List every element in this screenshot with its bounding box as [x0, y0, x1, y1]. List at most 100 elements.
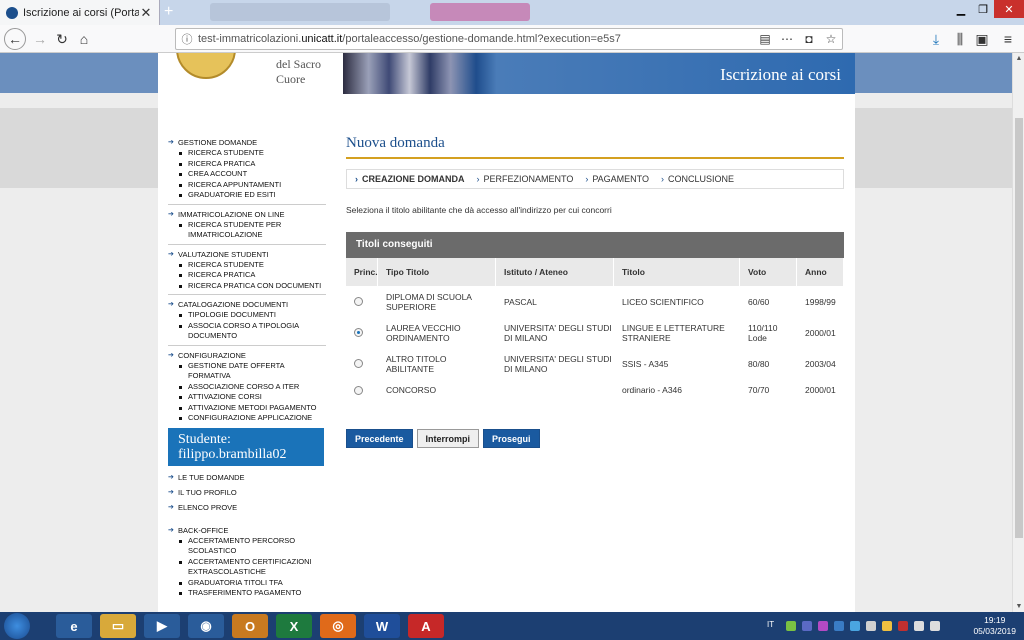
- new-tab-button[interactable]: +: [164, 3, 173, 21]
- tab-close-icon[interactable]: ✕: [139, 5, 153, 21]
- volume-icon[interactable]: [930, 621, 940, 631]
- user-link[interactable]: LE TUE DOMANDE: [168, 472, 326, 483]
- principal-radio[interactable]: [354, 385, 363, 395]
- sidebar-item[interactable]: GRADUATORIA TITOLI TFA: [168, 578, 326, 589]
- sidebar-item[interactable]: RICERCA STUDENTE: [168, 260, 326, 271]
- scroll-up-icon[interactable]: ▲: [1013, 55, 1024, 62]
- sidebar-section-title[interactable]: IMMATRICOLAZIONE ON LINE: [168, 209, 326, 220]
- table-row: CONCORSO ordinario - A346 70/70 2000/01: [346, 379, 844, 401]
- library-icon[interactable]: ⫼: [950, 29, 970, 49]
- excel-icon[interactable]: X: [276, 614, 312, 638]
- step-item: › PERFEZIONAMENTO: [477, 174, 574, 184]
- sidebar-item[interactable]: CONFIGURAZIONE APPLICAZIONE: [168, 413, 326, 424]
- section-divider: [168, 243, 326, 245]
- sidebar-item[interactable]: TIPOLOGIE DOCUMENTI: [168, 310, 326, 321]
- table-cell-anno: 2000/01: [805, 327, 836, 338]
- column-header: Anno: [797, 258, 844, 286]
- user-link[interactable]: ELENCO PROVE: [168, 502, 326, 513]
- section-divider: [168, 203, 326, 205]
- sidebar-item[interactable]: CREA ACCOUNT: [168, 169, 326, 180]
- internet-explorer-icon[interactable]: e: [56, 614, 92, 638]
- user-link[interactable]: IL TUO PROFILO: [168, 487, 326, 498]
- system-clock[interactable]: 19:19 05/03/2019: [973, 615, 1016, 637]
- address-bar[interactable]: ⓘ test-immatricolazioni.unicatt.it/porta…: [175, 28, 843, 50]
- language-indicator[interactable]: IT: [767, 620, 774, 629]
- principal-radio[interactable]: [354, 359, 363, 368]
- acrobat-icon[interactable]: A: [408, 614, 444, 638]
- sidebar-section-title[interactable]: GESTIONE DOMANDE: [168, 137, 326, 148]
- sidebar-toggle-icon[interactable]: ▣: [972, 29, 992, 49]
- chrome-icon[interactable]: ◉: [188, 614, 224, 638]
- continue-button[interactable]: Prosegui: [483, 429, 540, 448]
- outlook-icon[interactable]: O: [232, 614, 268, 638]
- page-actions-icon[interactable]: ⋯: [776, 32, 798, 46]
- sidebar-item[interactable]: ASSOCIA CORSO A TIPOLOGIA DOCUMENTO: [168, 321, 326, 342]
- sidebar-section-title[interactable]: VALUTAZIONE STUDENTI: [168, 249, 326, 260]
- reader-view-icon[interactable]: ▤: [754, 32, 776, 46]
- sidebar: GESTIONE DOMANDERICERCA STUDENTERICERCA …: [168, 137, 326, 599]
- step-label: CREAZIONE DOMANDA: [362, 174, 465, 184]
- action-buttons: Precedente Interrompi Prosegui: [346, 429, 844, 448]
- sidebar-item[interactable]: RICERCA PRATICA: [168, 159, 326, 170]
- home-icon[interactable]: ⌂: [74, 29, 94, 49]
- step-breadcrumb: › CREAZIONE DOMANDA › PERFEZIONAMENTO › PAGAM…: [346, 169, 844, 189]
- tray-app-icon[interactable]: [882, 621, 892, 631]
- scrollbar-thumb[interactable]: [1015, 118, 1023, 538]
- back-arrow-icon[interactable]: ←: [4, 28, 26, 50]
- sidebar-item[interactable]: RICERCA PRATICA CON DOCUMENTI: [168, 281, 326, 292]
- sidebar-item[interactable]: ASSOCIAZIONE CORSO A ITER: [168, 382, 326, 393]
- pocket-icon[interactable]: ◘: [798, 32, 820, 46]
- window-close-icon[interactable]: ✕: [994, 0, 1024, 18]
- previous-button[interactable]: Precedente: [346, 429, 413, 448]
- sidebar-item[interactable]: ACCERTAMENTO PERCORSO SCOLASTICO: [168, 536, 326, 557]
- table-header-row: Princ. Tipo Titolo Istituto / Ateneo Tit…: [346, 258, 844, 286]
- radio-cell: [346, 359, 378, 368]
- sidebar-item[interactable]: ATTIVAZIONE METODI PAGAMENTO: [168, 403, 326, 414]
- sidebar-section-title[interactable]: BACK-OFFICE: [168, 525, 326, 536]
- tray-app-icon[interactable]: [850, 621, 860, 631]
- sidebar-section-title[interactable]: CONFIGURAZIONE: [168, 350, 326, 361]
- sidebar-item[interactable]: ACCERTAMENTO CERTIFICAZIONI EXTRASCOLAST…: [168, 557, 326, 578]
- sidebar-item[interactable]: RICERCA STUDENTE: [168, 148, 326, 159]
- onenote-icon[interactable]: [818, 621, 828, 631]
- restore-icon[interactable]: ❐: [972, 0, 994, 18]
- tray-app-icon[interactable]: [898, 621, 908, 631]
- table-cell-tipo: CONCORSO: [386, 385, 437, 395]
- tray-app-icon[interactable]: [834, 621, 844, 631]
- start-button[interactable]: [4, 613, 30, 639]
- vertical-scrollbar[interactable]: ▲ ▼: [1012, 53, 1024, 612]
- tray-app-icon[interactable]: [786, 621, 796, 631]
- forward-arrow-icon[interactable]: →: [30, 29, 50, 49]
- section-divider: [168, 344, 326, 346]
- sidebar-item[interactable]: TRASFERIMENTO PAGAMENTO: [168, 588, 326, 599]
- sidebar-item[interactable]: ATTIVAZIONE CORSI: [168, 392, 326, 403]
- sidebar-item[interactable]: GESTIONE DATE OFFERTA FORMATIVA: [168, 361, 326, 382]
- sidebar-section-title[interactable]: CATALOGAZIONE DOCUMENTI: [168, 299, 326, 310]
- menu-icon[interactable]: ≡: [998, 29, 1018, 49]
- scroll-down-icon[interactable]: ▼: [1013, 603, 1024, 610]
- windows-taskbar: e ▭ ▶ ◉ O X ◎ W A IT 19:19 05/03/2019: [0, 612, 1024, 640]
- firefox-icon[interactable]: ◎: [320, 614, 356, 638]
- university-logo[interactable]: del Sacro Cuore: [158, 53, 343, 94]
- network-icon[interactable]: [914, 621, 924, 631]
- site-info-icon[interactable]: ⓘ: [176, 31, 198, 47]
- download-icon[interactable]: ⤓: [926, 29, 946, 49]
- browser-tab-active[interactable]: Iscrizione ai corsi (Portale Acce ✕: [0, 0, 160, 25]
- minimize-icon[interactable]: ▁: [950, 0, 972, 18]
- media-player-icon[interactable]: ▶: [144, 614, 180, 638]
- sidebar-item[interactable]: RICERCA APPUNTAMENTI: [168, 180, 326, 191]
- sidebar-item[interactable]: RICERCA STUDENTE PER IMMATRICOLAZIONE: [168, 220, 326, 241]
- tray-app-icon[interactable]: [866, 621, 876, 631]
- sidebar-item[interactable]: GRADUATORIE ED ESITI: [168, 190, 326, 201]
- interrupt-button[interactable]: Interrompi: [416, 429, 480, 448]
- word-icon[interactable]: W: [364, 614, 400, 638]
- principal-radio[interactable]: [354, 328, 363, 337]
- table-cell-istituto: UNIVERSITA' DEGLI STUDI DI MILANO: [504, 353, 612, 374]
- bookmark-star-icon[interactable]: ☆: [820, 32, 842, 46]
- sidebar-item[interactable]: RICERCA PRATICA: [168, 270, 326, 281]
- principal-radio[interactable]: [354, 297, 363, 306]
- file-explorer-icon[interactable]: ▭: [100, 614, 136, 638]
- reload-icon[interactable]: ↻: [52, 29, 72, 49]
- tray-app-icon[interactable]: [802, 621, 812, 631]
- clock-date: 05/03/2019: [973, 626, 1016, 636]
